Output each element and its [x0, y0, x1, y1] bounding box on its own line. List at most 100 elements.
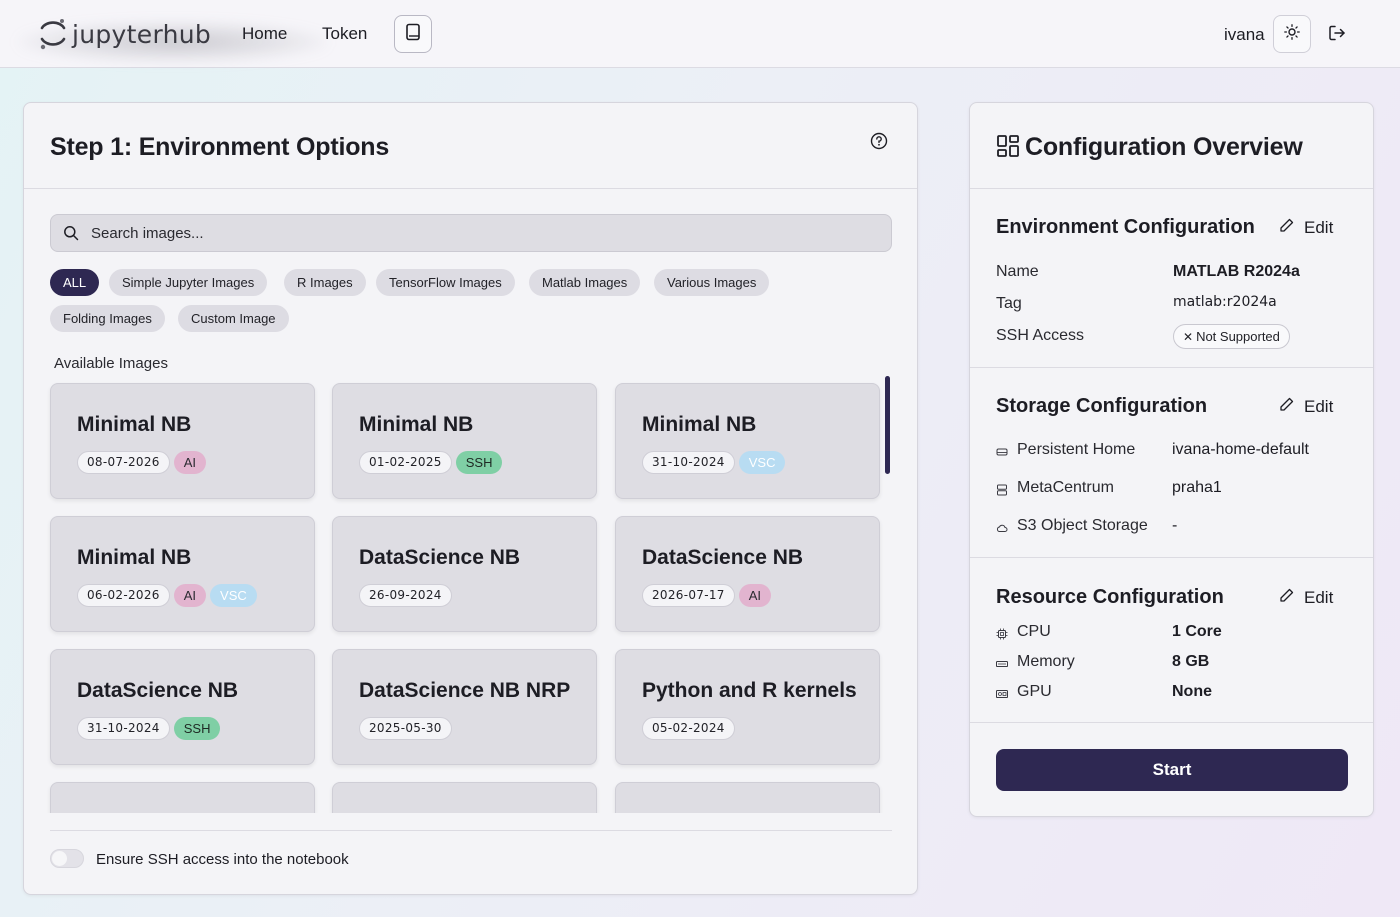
- env-ssh-label: SSH Access: [996, 327, 1085, 344]
- sun-icon: [1284, 23, 1300, 45]
- docs-button[interactable]: [394, 15, 432, 53]
- edit-label: Edit: [1304, 217, 1334, 237]
- logout-icon[interactable]: [1328, 24, 1346, 47]
- search-input[interactable]: [91, 215, 871, 251]
- persistent-home-label: Persistent Home: [1017, 441, 1136, 458]
- env-tag-value: matlab:r2024a: [1173, 294, 1277, 310]
- environment-config-title: Environment Configuration: [996, 216, 1255, 238]
- ssh-access-toggle-label: Ensure SSH access into the notebook: [96, 851, 349, 868]
- overview-divider: [970, 188, 1373, 189]
- nav-home-link[interactable]: Home: [242, 24, 287, 44]
- image-date-badge: 05-02-2024: [642, 717, 735, 740]
- tag-vsc-badge: VSC: [738, 451, 786, 474]
- hard-drive-icon: [996, 445, 1008, 457]
- image-name: Minimal NB: [359, 413, 474, 436]
- persistent-home-value: ivana-home-default: [1172, 441, 1309, 458]
- section-divider: [970, 367, 1373, 368]
- image-card[interactable]: DataScience NB 26-09-2024: [332, 516, 597, 632]
- image-date-badge: 31-10-2024: [77, 717, 170, 740]
- tag-ai-badge: AI: [738, 584, 772, 607]
- filter-chip-simple-jupyter[interactable]: Simple Jupyter Images: [109, 269, 268, 296]
- image-date-badge: 31-10-2024: [642, 451, 735, 474]
- metacentrum-value: praha1: [1172, 479, 1222, 496]
- filter-chip-folding[interactable]: Folding Images: [50, 305, 165, 332]
- image-card[interactable]: DataScience NB 31-10-2024 SSH: [50, 649, 315, 765]
- footer-divider: [50, 830, 892, 831]
- metacentrum-label: MetaCentrum: [1017, 479, 1114, 496]
- filter-chip-r[interactable]: R Images: [284, 269, 366, 296]
- image-name: Minimal NB: [77, 413, 192, 436]
- gpu-label: GPU: [1017, 683, 1052, 700]
- jupyter-logo-icon: [38, 16, 68, 52]
- start-button[interactable]: Start: [996, 749, 1348, 791]
- image-card[interactable]: Minimal NB 01-02-2025 SSH: [332, 383, 597, 499]
- gpu-value: None: [1172, 683, 1212, 700]
- logo-text: jupyterhub: [72, 19, 212, 49]
- cloud-icon: [996, 521, 1008, 533]
- image-date-badge: 01-02-2025: [359, 451, 452, 474]
- filter-chip-matlab[interactable]: Matlab Images: [529, 269, 641, 296]
- image-card[interactable]: [615, 782, 880, 813]
- memory-icon: [996, 657, 1008, 669]
- edit-environment-button[interactable]: Edit: [1279, 217, 1333, 238]
- nav-token-link[interactable]: Token: [322, 24, 367, 44]
- search-icon: [63, 225, 79, 246]
- cpu-value: 1 Core: [1172, 623, 1222, 640]
- filter-chip-various[interactable]: Various Images: [654, 269, 770, 296]
- available-images-label: Available Images: [54, 355, 168, 372]
- filter-chip-custom[interactable]: Custom Image: [178, 305, 289, 332]
- title-divider: [24, 188, 917, 189]
- tag-ai-badge: AI: [173, 584, 207, 607]
- edit-storage-button[interactable]: Edit: [1279, 396, 1333, 417]
- image-name: DataScience NB: [642, 546, 804, 569]
- image-name: DataScience NB: [77, 679, 239, 702]
- storage-config-title: Storage Configuration: [996, 395, 1208, 417]
- env-name-value: MATLAB R2024a: [1173, 263, 1300, 280]
- image-date-badge: 26-09-2024: [359, 584, 452, 607]
- jupyterhub-logo[interactable]: jupyterhub: [38, 14, 211, 54]
- configuration-overview-panel: Configuration Overview Environment Confi…: [969, 102, 1374, 817]
- image-card[interactable]: Minimal NB 06-02-2026 AI VSC: [50, 516, 315, 632]
- ssh-access-toggle[interactable]: [50, 849, 84, 868]
- image-card[interactable]: [50, 782, 315, 813]
- theme-toggle-button[interactable]: [1273, 15, 1311, 53]
- memory-label: Memory: [1017, 653, 1075, 670]
- image-grid: Minimal NB 08-07-2026 AI Minimal NB 01-0…: [46, 377, 896, 813]
- pencil-icon: [1279, 587, 1295, 608]
- tag-vsc-badge: VSC: [210, 584, 257, 607]
- filter-chip-all[interactable]: ALL: [50, 269, 100, 296]
- help-icon[interactable]: [870, 132, 888, 155]
- overview-title: Configuration Overview: [1025, 133, 1303, 161]
- search-bar: [50, 214, 892, 252]
- image-name: DataScience NB: [359, 546, 521, 569]
- book-icon: [405, 23, 421, 46]
- page-title: Step 1: Environment Options: [50, 133, 390, 161]
- toggle-knob: [52, 851, 67, 866]
- image-date-badge: 06-02-2026: [77, 584, 170, 607]
- image-date-badge: 2025-05-30: [359, 717, 452, 740]
- image-grid-scrollbar[interactable]: [885, 376, 890, 474]
- env-name-label: Name: [996, 263, 1039, 280]
- environment-options-panel: Step 1: Environment Options ALL Simple J…: [23, 102, 918, 895]
- s3-storage-value: -: [1172, 517, 1178, 534]
- pencil-icon: [1279, 217, 1295, 238]
- memory-value: 8 GB: [1172, 653, 1210, 670]
- filter-chip-tensorflow[interactable]: TensorFlow Images: [376, 269, 515, 296]
- image-card[interactable]: DataScience NB 2026-07-17 AI: [615, 516, 880, 632]
- image-card[interactable]: Python and R kernels 05-02-2024: [615, 649, 880, 765]
- resource-config-title: Resource Configuration: [996, 586, 1224, 608]
- tag-ssh-badge: SSH: [455, 451, 503, 474]
- image-card[interactable]: Minimal NB 31-10-2024 VSC: [615, 383, 880, 499]
- image-card[interactable]: Minimal NB 08-07-2026 AI: [50, 383, 315, 499]
- image-card[interactable]: DataScience NB NRP 2025-05-30: [332, 649, 597, 765]
- pencil-icon: [1279, 396, 1295, 417]
- image-name: Python and R kernels: [642, 679, 857, 702]
- image-card[interactable]: [332, 782, 597, 813]
- image-date-badge: 08-07-2026: [77, 451, 170, 474]
- tag-ai-badge: AI: [173, 451, 207, 474]
- edit-resources-button[interactable]: Edit: [1279, 587, 1333, 608]
- image-name: Minimal NB: [642, 413, 757, 436]
- ssh-status-text: Not Supported: [1196, 329, 1280, 344]
- server-icon: [996, 483, 1008, 496]
- s3-storage-label: S3 Object Storage: [1017, 517, 1148, 534]
